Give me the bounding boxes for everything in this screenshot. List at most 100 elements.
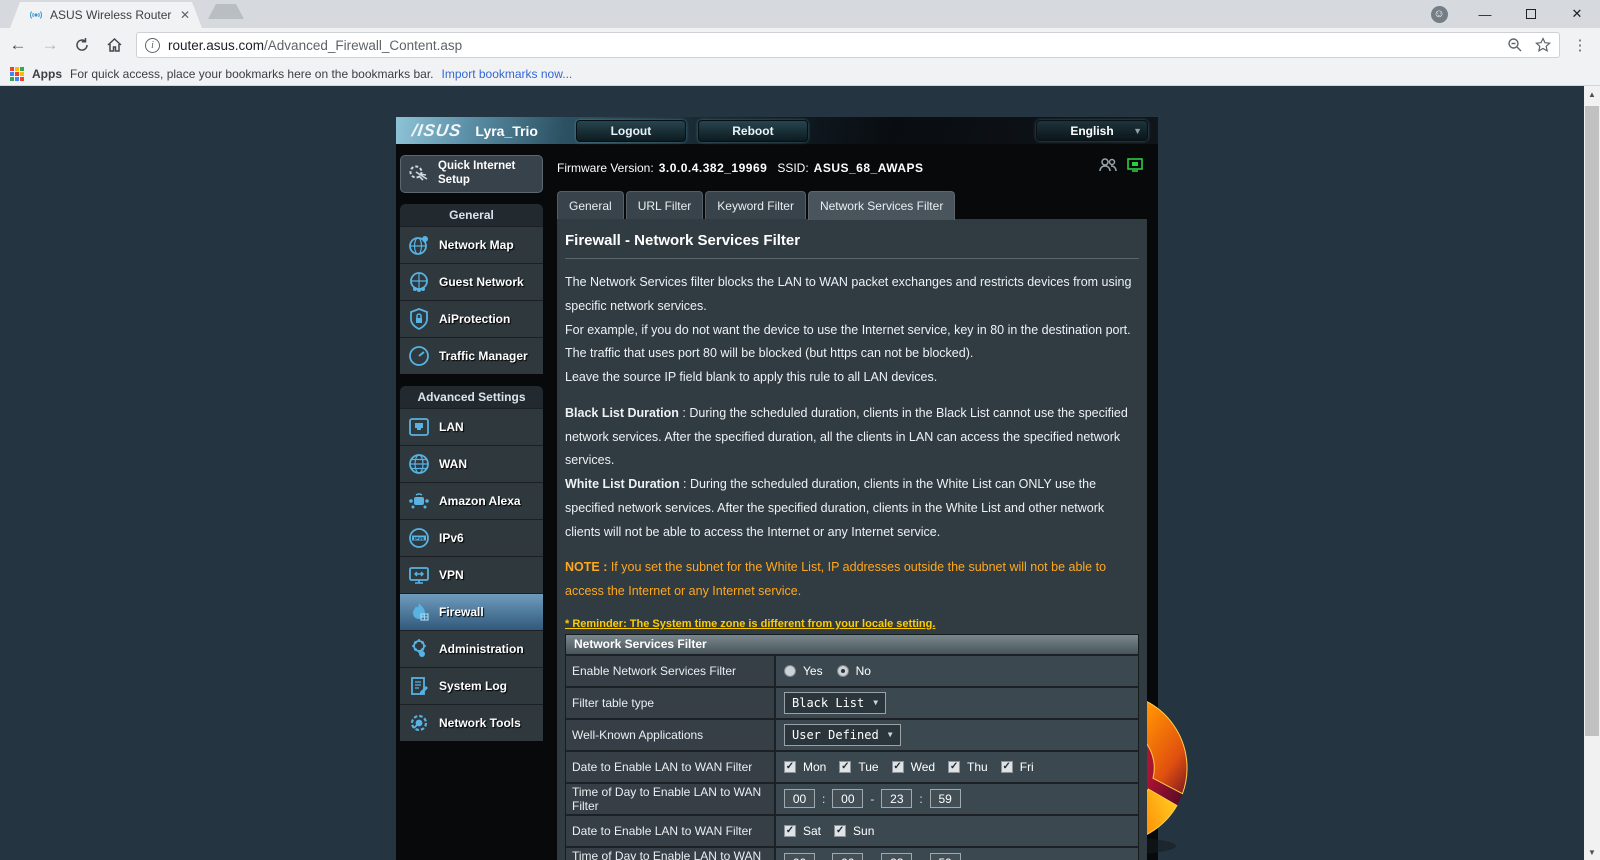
sidebar-item-guest-network[interactable]: Guest Network (400, 263, 543, 300)
sidebar-item-ipv6[interactable]: IPV6 IPv6 (400, 519, 543, 556)
network-tools-icon (410, 714, 428, 732)
row-weekday-filter: Date to Enable LAN to WAN Filter ✓ Mon ✓ T… (566, 751, 1138, 784)
scrollbar-thumb[interactable] (1585, 106, 1599, 736)
page-info-icon[interactable]: i (145, 37, 160, 53)
quick-setup-icon (409, 165, 428, 181)
reboot-button[interactable]: Reboot (697, 119, 808, 142)
remote-display-icon[interactable] (1126, 157, 1144, 173)
duration-text: Black List Duration : During the schedul… (565, 405, 1128, 539)
alexa-device-icon (409, 493, 429, 509)
row-label: Time of Day to Enable LAN to WAN Filter (566, 783, 776, 814)
time-start-min-input[interactable] (832, 853, 864, 860)
forward-button[interactable]: → (36, 31, 64, 59)
row-label: Date to Enable LAN to WAN Filter (566, 751, 776, 782)
row-label: Filter table type (566, 687, 776, 718)
row-weekend-filter: Date to Enable LAN to WAN Filter ✓ Sat ✓ S… (566, 815, 1138, 848)
time-start-hour-input[interactable] (784, 853, 815, 860)
minimize-button[interactable]: — (1462, 0, 1508, 28)
tab-general[interactable]: General (557, 191, 624, 219)
filter-tabs: General URL Filter Keyword Filter Networ… (557, 191, 1158, 220)
checkbox-label: Wed (910, 759, 936, 774)
checkbox-sun[interactable]: ✓ (834, 824, 847, 837)
sidebar-item-firewall[interactable]: Firewall (400, 593, 543, 630)
tab-keyword-filter[interactable]: Keyword Filter (705, 191, 806, 219)
ssid-value[interactable]: ASUS_68_AWAPS (814, 161, 924, 175)
tab-url-filter[interactable]: URL Filter (625, 191, 704, 219)
radio-yes[interactable] (784, 664, 796, 677)
sidebar-item-wan[interactable]: WAN (400, 445, 543, 482)
zoom-indicator-icon[interactable] (1507, 37, 1523, 53)
sidebar-item-quick-internet-setup[interactable]: Quick Internet Setup (400, 155, 543, 193)
import-bookmarks-link[interactable]: Import bookmarks now... (442, 67, 573, 81)
screen: ASUS Wireless Router Lyr ✕ ☺ — ✕ ← → i r… (0, 0, 1600, 860)
sidebar-item-network-tools[interactable]: Network Tools (400, 704, 543, 741)
language-label: English (1070, 123, 1114, 138)
sidebar-item-label: WAN (439, 457, 467, 471)
sidebar-item-label: Traffic Manager (439, 349, 528, 363)
sidebar-item-system-log[interactable]: System Log (400, 667, 543, 704)
scroll-up-arrow[interactable]: ▲ (1584, 86, 1600, 102)
time-start-min-input[interactable] (832, 789, 864, 809)
sidebar-item-vpn[interactable]: VPN (400, 556, 543, 593)
url-bar[interactable]: i router.asus.com/Advanced_Firewall_Cont… (136, 32, 1560, 58)
checkbox-thu[interactable]: ✓ (948, 760, 961, 773)
tab-title: ASUS Wireless Router Lyr (50, 8, 172, 22)
home-button[interactable] (100, 31, 128, 59)
browser-menu-icon[interactable]: ⋮ (1568, 36, 1592, 54)
time-start-hour-input[interactable] (784, 789, 815, 809)
sidebar-item-network-map[interactable]: Network Map (400, 226, 543, 263)
browser-tab[interactable]: ASUS Wireless Router Lyr ✕ (10, 2, 202, 28)
profile-icon[interactable]: ☺ (1416, 0, 1462, 28)
sidebar-item-label: Amazon Alexa (439, 494, 521, 508)
new-tab-button[interactable] (208, 4, 244, 19)
sidebar-item-label: LAN (439, 420, 464, 434)
time-end-min-input[interactable] (929, 853, 961, 860)
sidebar-item-label: Administration (439, 642, 524, 656)
sidebar-item-aiprotection[interactable]: AiProtection (400, 300, 543, 337)
tab-close-icon[interactable]: ✕ (180, 8, 190, 22)
timezone-reminder-link[interactable]: * Reminder: The System time zone is diff… (565, 618, 1139, 630)
ipv6-icon: IPV6 (409, 528, 429, 548)
filter-type-select[interactable]: Black List ▼ (784, 691, 887, 714)
firmware-line: Firmware Version: 3.0.0.4.382_19969 SSID… (557, 153, 1158, 183)
row-label: Well-Known Applications (566, 719, 776, 750)
checkbox-wed[interactable]: ✓ (891, 760, 904, 773)
radio-no[interactable] (836, 664, 849, 677)
checkbox-fri[interactable]: ✓ (1000, 760, 1013, 773)
bookmarks-hint: For quick access, place your bookmarks h… (70, 66, 434, 81)
time-end-min-input[interactable] (929, 789, 961, 809)
bookmark-star-icon[interactable] (1535, 37, 1551, 53)
svg-text:IPV6: IPV6 (414, 536, 424, 541)
admin-gear-icon (412, 639, 426, 657)
well-known-apps-select[interactable]: User Defined ▼ (784, 723, 901, 746)
scroll-down-arrow[interactable]: ▼ (1584, 844, 1600, 860)
language-select[interactable]: English ▼ (1036, 120, 1148, 141)
checkbox-label: Sat (803, 823, 822, 838)
maximize-button[interactable] (1508, 0, 1554, 28)
logout-button[interactable]: Logout (575, 119, 686, 142)
url-text[interactable]: router.asus.com/Advanced_Firewall_Conten… (168, 38, 1499, 53)
checkbox-sat[interactable]: ✓ (784, 824, 796, 837)
close-window-button[interactable]: ✕ (1554, 0, 1600, 28)
sidebar-item-traffic-manager[interactable]: Traffic Manager (400, 337, 543, 374)
sidebar-item-lan[interactable]: LAN (400, 408, 543, 445)
time-end-hour-input[interactable] (881, 789, 913, 809)
checkbox-tue[interactable]: ✓ (839, 760, 852, 773)
back-button[interactable]: ← (4, 31, 32, 59)
sidebar-item-label: Network Map (439, 238, 514, 252)
time-end-hour-input[interactable] (881, 853, 913, 860)
apps-grid-icon[interactable] (10, 66, 24, 81)
tab-network-services-filter[interactable]: Network Services Filter (807, 191, 956, 220)
refresh-button[interactable] (68, 31, 96, 59)
router-ui: /ISUS Lyra_Trio Logout Reboot English ▼ (396, 117, 1158, 860)
checkbox-mon[interactable]: ✓ (784, 760, 796, 773)
sidebar-item-administration[interactable]: Administration (400, 630, 543, 667)
sidebar-item-amazon-alexa[interactable]: Amazon Alexa (400, 482, 543, 519)
firmware-value[interactable]: 3.0.0.4.382_19969 (659, 161, 768, 175)
services-filter-form: Network Services Filter Enable Network S… (565, 633, 1139, 860)
vpn-monitor-icon (409, 567, 429, 584)
page-scrollbar[interactable]: ▲ ▼ (1584, 86, 1600, 860)
apps-label[interactable]: Apps (32, 67, 62, 81)
client-list-icon[interactable] (1098, 157, 1118, 173)
page-viewport: /ISUS Lyra_Trio Logout Reboot English ▼ (0, 86, 1600, 860)
